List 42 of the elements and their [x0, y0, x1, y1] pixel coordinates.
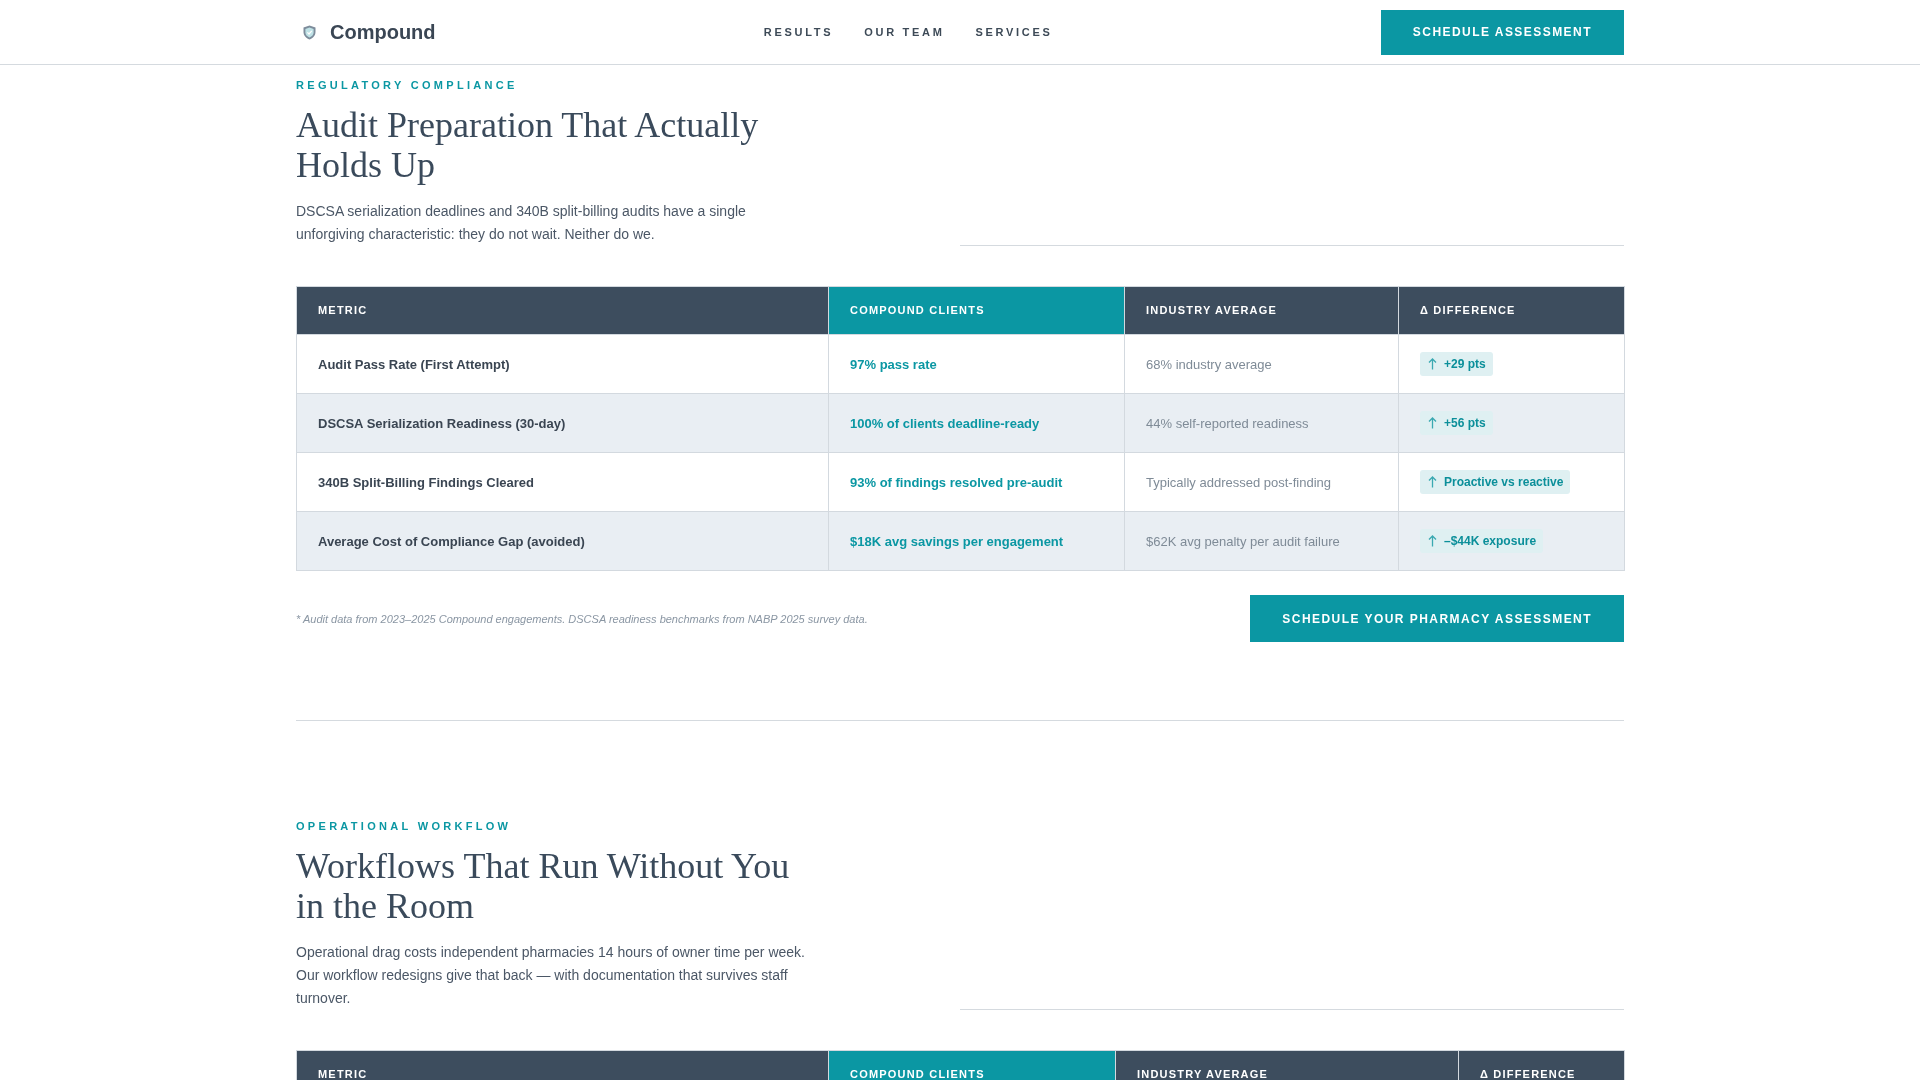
industry-value-cell: Typically addressed post-finding	[1124, 452, 1399, 512]
column-header: COMPOUND CLIENTS	[828, 1050, 1116, 1080]
schedule-pharmacy-assessment-button[interactable]: SCHEDULE YOUR PHARMACY ASSESSMENT	[1250, 595, 1624, 642]
industry-value-cell: 44% self-reported readiness	[1124, 393, 1399, 453]
column-header: METRIC	[296, 286, 829, 335]
arrow-up-icon	[1428, 535, 1437, 547]
section-description: Operational drag costs independent pharmacies 14 hours of owner time per week. Our workflow redesigns give that back — with documentation that survives staff turnover.	[296, 943, 806, 1008]
nav-link[interactable]: SERVICES	[975, 25, 1053, 39]
arrow-up-icon	[1428, 417, 1437, 429]
column-header: INDUSTRY AVERAGE	[1124, 286, 1399, 335]
shield-icon	[303, 24, 316, 40]
footnote-text: * Audit data from 2023–2025 Compound engagements. DSCSA readiness benchmarks from NABP 2025 survey data.	[296, 611, 868, 626]
column-header: Δ DIFFERENCE	[1398, 286, 1625, 335]
arrow-up-icon	[1428, 476, 1437, 488]
client-value-cell: 93% of findings resolved pre-audit	[828, 452, 1125, 512]
column-header: Δ DIFFERENCE	[1458, 1050, 1625, 1080]
client-value-cell: 97% pass rate	[828, 334, 1125, 394]
section-eyebrow: OPERATIONAL WORKFLOW	[296, 820, 513, 833]
metric-cell: DSCSA Serialization Readiness (30-day)	[296, 393, 829, 453]
section-eyebrow: REGULATORY COMPLIANCE	[296, 79, 519, 92]
section-description: DSCSA serialization deadlines and 340B split-billing audits have a single unforgiving characteristic: they do not wait. Neither do we.	[296, 202, 747, 244]
industry-value-cell: $62K avg penalty per audit failure	[1124, 511, 1399, 571]
client-value-cell: $18K avg savings per engagement	[828, 511, 1125, 571]
nav-link[interactable]: OUR TEAM	[864, 25, 945, 39]
difference-value: +56 pts	[1444, 416, 1486, 430]
industry-value-cell: 68% industry average	[1124, 334, 1399, 394]
metric-cell: Average Cost of Compliance Gap (avoided)	[296, 511, 829, 571]
difference-value: Proactive vs reactive	[1444, 475, 1564, 489]
schedule-assessment-button[interactable]: SCHEDULE ASSESSMENT	[1380, 9, 1624, 55]
section-title: Workflows That Run Without You in the Room	[296, 847, 791, 926]
column-header: COMPOUND CLIENTS	[828, 286, 1125, 335]
brand-name[interactable]: Compound	[330, 20, 436, 44]
column-header: INDUSTRY AVERAGE	[1115, 1050, 1459, 1080]
metric-cell: 340B Split-Billing Findings Cleared	[296, 452, 829, 512]
difference-value: +29 pts	[1444, 357, 1486, 371]
difference-value: –$44K exposure	[1444, 534, 1537, 548]
arrow-up-icon	[1428, 358, 1437, 370]
client-value-cell: 100% of clients deadline-ready	[828, 393, 1125, 453]
column-header: METRIC	[296, 1050, 829, 1080]
section-title: Audit Preparation That Actually Holds Up	[296, 106, 760, 185]
nav-link[interactable]: RESULTS	[763, 25, 834, 39]
metric-cell: Audit Pass Rate (First Attempt)	[296, 334, 829, 394]
